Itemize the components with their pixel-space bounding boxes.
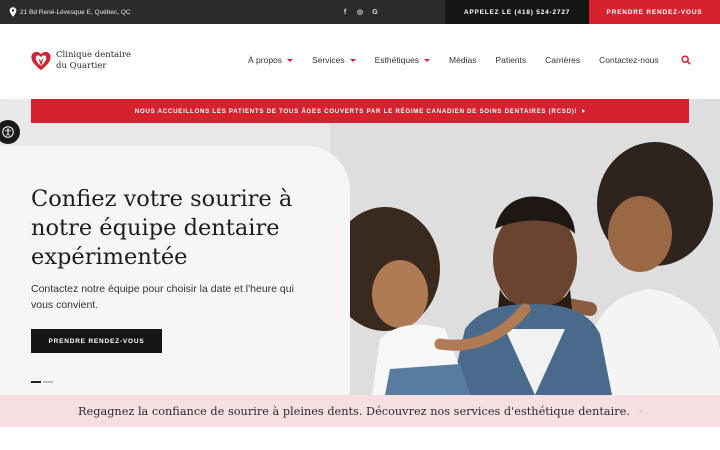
google-icon[interactable]: G xyxy=(372,9,378,16)
headline-line: Confiez votre sourire à xyxy=(31,186,293,212)
caret-down-icon xyxy=(349,58,356,62)
clinic-name: Clinique dentaire du Quartier xyxy=(56,50,131,72)
nav-item-label: Contactez-nous xyxy=(599,55,659,65)
chevron-right-icon: › xyxy=(638,406,642,416)
site-header: Clinique dentaire du Quartier À propos S… xyxy=(0,24,720,99)
banner-text: NOUS ACCUEILLONS LES PATIENTS DE TOUS ÂG… xyxy=(134,107,578,115)
top-appointment-button[interactable]: PRENDRE RENDEZ-VOUS xyxy=(589,0,720,24)
aesthetic-services-promo[interactable]: Regagnez la confiance de sourire à plein… xyxy=(0,395,720,427)
nav-item-label: À propos xyxy=(248,55,283,65)
nav-item-carrieres[interactable]: Carrières xyxy=(545,55,580,65)
nav-item-contactez-nous[interactable]: Contactez-nous xyxy=(599,55,659,65)
nav-item-esthetiques[interactable]: Esthétiques xyxy=(374,55,431,65)
accessibility-icon xyxy=(2,126,14,138)
nav-item-label: Patients xyxy=(495,55,527,65)
nav-item-label: Services xyxy=(312,55,345,65)
nav-item-label: Médias xyxy=(449,55,477,65)
instagram-icon[interactable]: ◎ xyxy=(357,8,363,16)
clinic-logo[interactable]: Clinique dentaire du Quartier xyxy=(30,50,131,72)
nav-item-medias[interactable]: Médias xyxy=(449,55,476,65)
address-link[interactable]: 21 Bd René-Lévesque E, Québec, QC xyxy=(9,0,131,24)
hero-headline: Confiez votre sourire à notre équipe den… xyxy=(31,185,331,272)
arrow-right-icon xyxy=(582,109,586,113)
clinic-name-line1: Clinique dentaire xyxy=(56,50,132,60)
rcsd-announcement-banner[interactable]: NOUS ACCUEILLONS LES PATIENTS DE TOUS ÂG… xyxy=(31,99,689,123)
top-utility-bar: 21 Bd René-Lévesque E, Québec, QC f ◎ G … xyxy=(0,0,720,24)
search-icon[interactable] xyxy=(681,55,691,65)
main-nav: À propos Services Esthétiques Médias Pat… xyxy=(248,55,691,65)
nav-item-patients[interactable]: Patients xyxy=(495,55,526,65)
slide-dot-active[interactable] xyxy=(31,381,41,383)
map-pin-icon xyxy=(9,7,17,17)
clinic-name-line2: du Quartier xyxy=(56,61,107,71)
headline-line: notre équipe dentaire xyxy=(31,215,280,241)
hero-appointment-button[interactable]: PRENDRE RENDEZ-VOUS xyxy=(31,329,162,353)
social-links: f ◎ G xyxy=(342,0,378,24)
caret-down-icon xyxy=(287,58,294,62)
address-text: 21 Bd René-Lévesque E, Québec, QC xyxy=(20,8,131,16)
slider-pagination xyxy=(31,381,53,383)
call-button[interactable]: APPELEZ LE (418) 524-2727 xyxy=(445,0,589,24)
tooth-heart-icon xyxy=(31,51,51,71)
caret-down-icon xyxy=(424,58,431,62)
slide-dot[interactable] xyxy=(43,381,53,383)
promo-text: Regagnez la confiance de sourire à plein… xyxy=(78,404,630,418)
nav-item-services[interactable]: Services xyxy=(312,55,356,65)
facebook-icon[interactable]: f xyxy=(342,9,348,16)
hero-section: NOUS ACCUEILLONS LES PATIENTS DE TOUS ÂG… xyxy=(0,99,720,395)
nav-item-a-propos[interactable]: À propos xyxy=(248,55,294,65)
nav-item-label: Esthétiques xyxy=(374,55,420,65)
hero-subtext: Contactez notre équipe pour choisir la d… xyxy=(31,283,294,311)
nav-item-label: Carrières xyxy=(545,55,581,65)
headline-line: expérimentée xyxy=(31,244,188,270)
